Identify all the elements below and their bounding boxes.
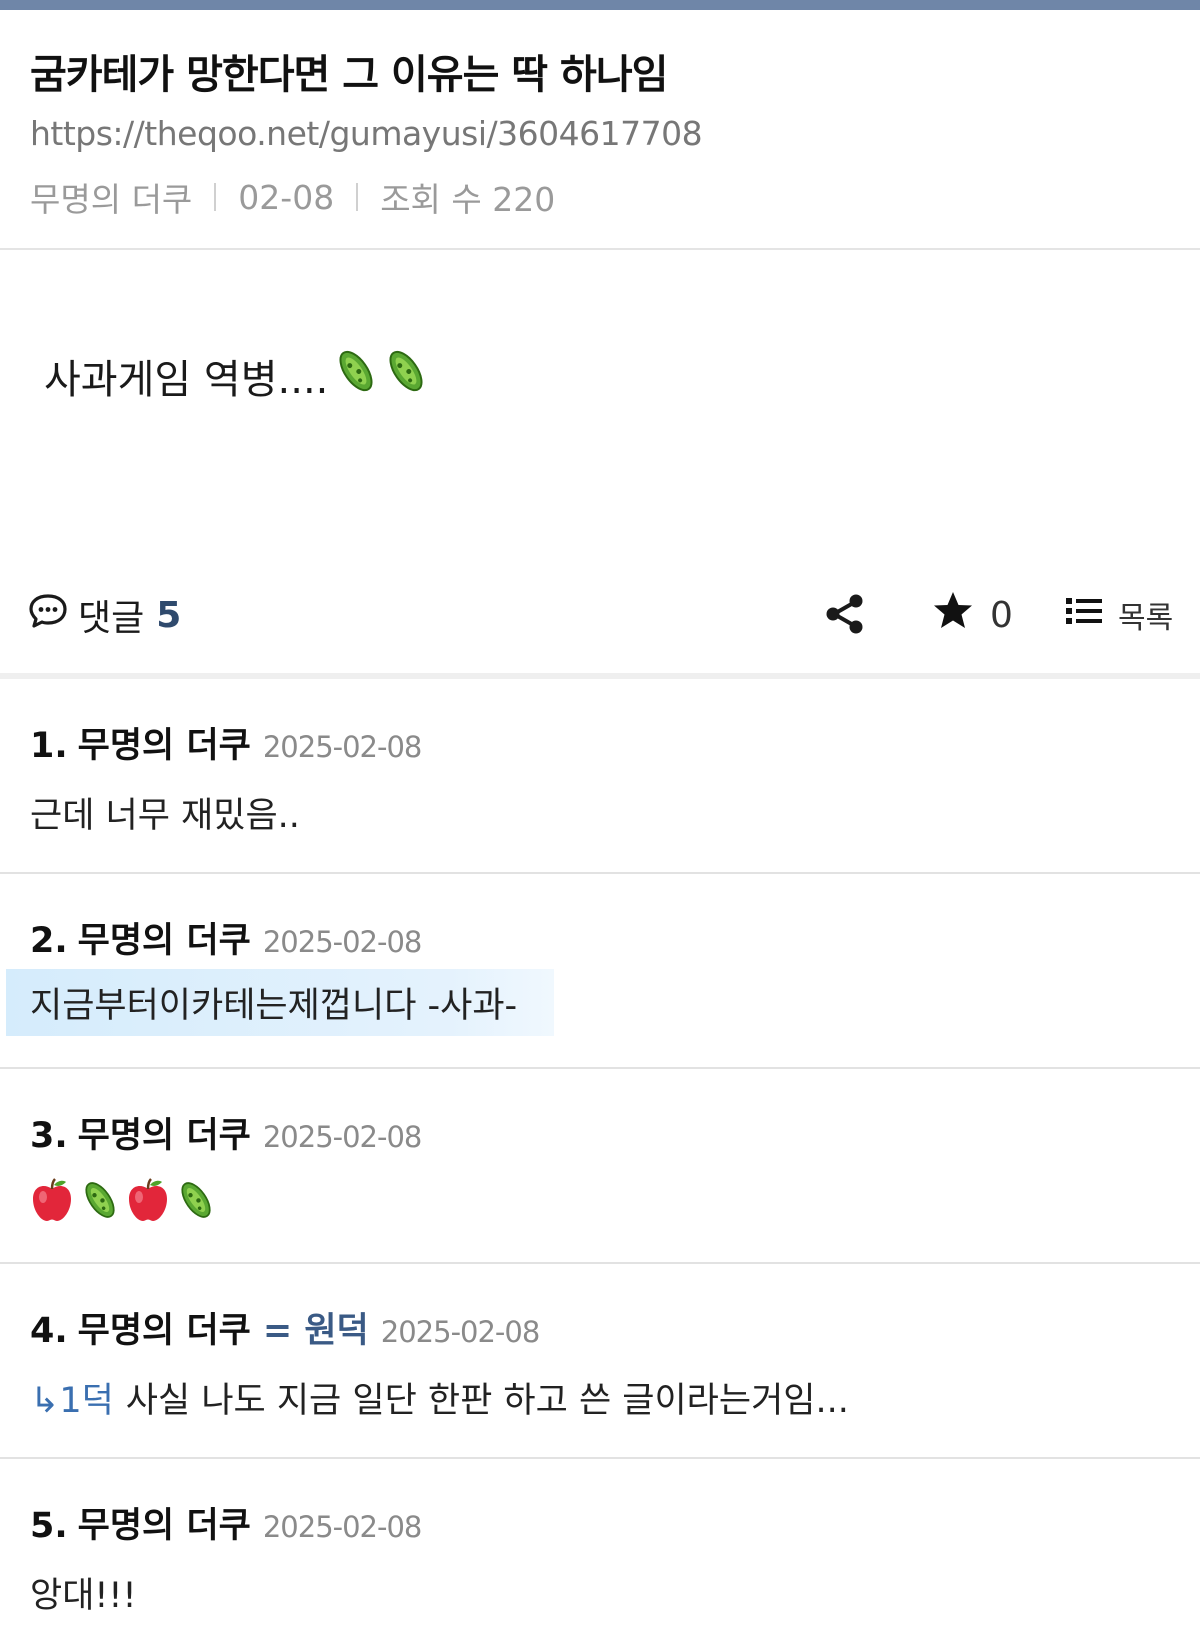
comment-date: 2025-02-08 xyxy=(262,925,423,959)
comment-author[interactable]: 무명의 더쿠 xyxy=(78,1302,251,1353)
comment-body: 앙대!!! xyxy=(30,1576,137,1616)
comment-number: 2. xyxy=(30,921,68,961)
post-body-text: 사과게임 역병.... xyxy=(44,357,329,403)
comment-number: 1. xyxy=(30,726,68,766)
comment-body-highlighted: 지금부터이카테는제껍니다 -사과- xyxy=(6,969,554,1036)
comment-author[interactable]: 무명의 더쿠 xyxy=(78,1107,251,1158)
apple-icon xyxy=(126,1177,176,1232)
comment-date: 2025-02-08 xyxy=(380,1315,541,1349)
post-meta: 무명의 더쿠 02-08 조회 수 220 xyxy=(30,173,555,221)
microbe-icon xyxy=(384,345,428,407)
comment-item: 3. 무명의 더쿠 2025-02-08 xyxy=(0,1069,1200,1264)
list-icon xyxy=(1066,596,1102,634)
comment-header: 2. 무명의 더쿠 2025-02-08 xyxy=(30,912,423,963)
microbe-icon xyxy=(80,1177,126,1232)
list-label: 목록 xyxy=(1118,601,1174,636)
comment-number: 5. xyxy=(30,1506,68,1546)
comment-header: 3. 무명의 더쿠 2025-02-08 xyxy=(30,1107,423,1158)
meta-divider xyxy=(214,183,217,211)
comment-date: 2025-02-08 xyxy=(262,1510,423,1544)
apple-icon xyxy=(30,1177,80,1232)
comment-item: 1. 무명의 더쿠 2025-02-08 근데 너무 재밌음.. xyxy=(0,679,1200,874)
share-button[interactable] xyxy=(822,591,868,637)
comment-author[interactable]: 무명의 더쿠 xyxy=(78,912,251,963)
comment-header: 5. 무명의 더쿠 2025-02-08 xyxy=(30,1497,423,1548)
post-author: 무명의 더쿠 xyxy=(30,180,193,219)
post-header: 굼카테가 망한다면 그 이유는 딱 하나임 https://theqoo.net… xyxy=(0,10,1200,250)
comment-count: 5 xyxy=(156,594,182,636)
comment-item: 5. 무명의 더쿠 2025-02-08 앙대!!! xyxy=(0,1459,1200,1652)
comment-body-text: 사실 나도 지금 일단 한판 하고 쓴 글이라는거임... xyxy=(125,1381,849,1421)
op-badge: = 원덕 xyxy=(262,1311,369,1351)
microbe-icon xyxy=(176,1177,222,1232)
comment-body: ↳1덕 사실 나도 지금 일단 한판 하고 쓴 글이라는거임... xyxy=(30,1372,849,1423)
top-accent-bar xyxy=(0,0,1200,10)
post-url[interactable]: https://theqoo.net/gumayusi/3604617708 xyxy=(30,114,703,153)
post-views: 조회 수 220 xyxy=(380,180,556,219)
post-actions: 댓글 5 0 목록 xyxy=(0,585,1200,645)
favorite-button[interactable]: 0 xyxy=(932,585,1013,645)
comment-body xyxy=(30,1177,222,1232)
comment-number: 3. xyxy=(30,1116,68,1156)
meta-divider xyxy=(356,183,359,211)
post-date: 02-08 xyxy=(238,177,335,217)
post-title: 굼카테가 망한다면 그 이유는 딱 하나임 xyxy=(30,52,668,98)
speech-bubble-icon xyxy=(28,593,68,638)
comment-author[interactable]: 무명의 더쿠 xyxy=(78,1497,251,1548)
comment-header: 4. 무명의 더쿠 = 원덕 2025-02-08 xyxy=(30,1302,541,1353)
comment-label: 댓글 xyxy=(78,598,145,639)
comment-date: 2025-02-08 xyxy=(262,1120,423,1154)
share-icon xyxy=(822,594,868,641)
comment-item: 2. 무명의 더쿠 2025-02-08 지금부터이카테는제껍니다 -사과- xyxy=(0,874,1200,1069)
comment-date: 2025-02-08 xyxy=(262,730,423,764)
comment-item: 4. 무명의 더쿠 = 원덕 2025-02-08 ↳1덕 사실 나도 지금 일… xyxy=(0,1264,1200,1459)
list-button[interactable]: 목록 xyxy=(1066,585,1173,645)
comment-header: 1. 무명의 더쿠 2025-02-08 xyxy=(30,717,423,768)
comment-number: 4. xyxy=(30,1311,68,1351)
comment-body: 근데 너무 재밌음.. xyxy=(30,796,300,836)
microbe-icon xyxy=(334,345,378,407)
post-body: 사과게임 역병.... xyxy=(44,345,428,407)
favorite-count: 0 xyxy=(990,594,1013,636)
comment-author[interactable]: 무명의 더쿠 xyxy=(78,717,251,768)
star-icon xyxy=(932,590,974,641)
reply-reference-link[interactable]: ↳1덕 xyxy=(30,1372,114,1423)
comment-count-button[interactable]: 댓글 5 xyxy=(28,585,181,645)
